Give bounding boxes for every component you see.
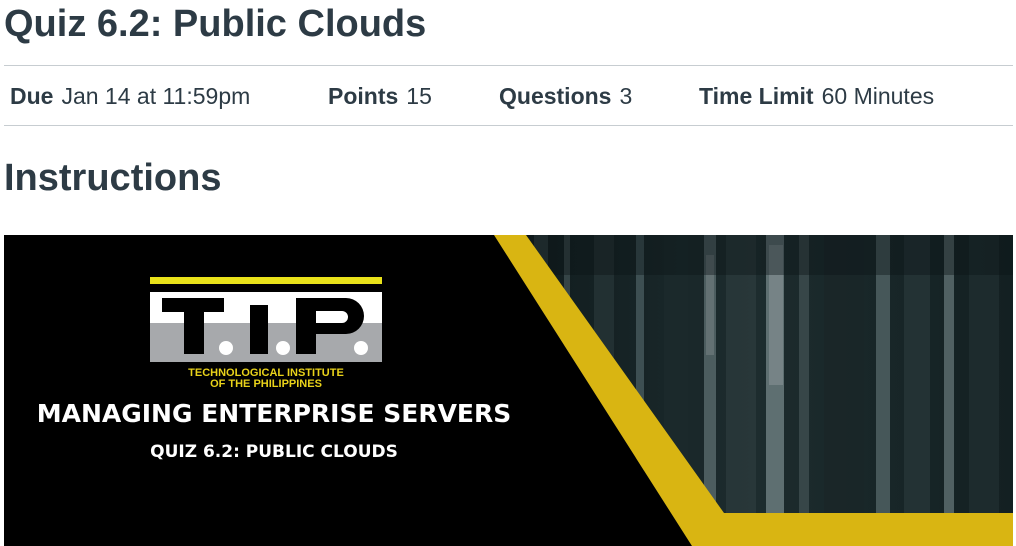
- logo-caption-line2: OF THE PHILIPPINES: [210, 378, 322, 390]
- due-detail: Due Jan 14 at 11:59pm: [10, 81, 250, 111]
- due-value: Jan 14 at 11:59pm: [61, 83, 251, 109]
- questions-value: 3: [619, 83, 633, 109]
- quiz-subtitle: QUIZ 6.2: PUBLIC CLOUDS: [150, 442, 398, 462]
- points-detail: Points 15: [328, 81, 432, 111]
- points-label: Points: [328, 83, 399, 109]
- quiz-banner-image: TECHNOLOGICAL INSTITUTE OF THE PHILIPPIN…: [4, 235, 1013, 546]
- due-label: Due: [10, 83, 54, 109]
- time-limit-value: 60 Minutes: [821, 83, 935, 109]
- quiz-details-bar: Due Jan 14 at 11:59pm Points 15 Questions 3…: [4, 65, 1013, 126]
- banner-artwork: [4, 235, 1013, 546]
- questions-detail: Questions 3: [499, 81, 632, 111]
- page-title: Quiz 6.2: Public Clouds: [4, 3, 427, 45]
- time-limit-label: Time Limit: [699, 83, 814, 109]
- instructions-heading: Instructions: [4, 157, 222, 199]
- logo-caption: TECHNOLOGICAL INSTITUTE OF THE PHILIPPIN…: [150, 368, 382, 390]
- questions-label: Questions: [499, 83, 612, 109]
- points-value: 15: [406, 83, 432, 109]
- course-title: MANAGING ENTERPRISE SERVERS: [36, 399, 512, 428]
- time-limit-detail: Time Limit 60 Minutes: [699, 81, 934, 111]
